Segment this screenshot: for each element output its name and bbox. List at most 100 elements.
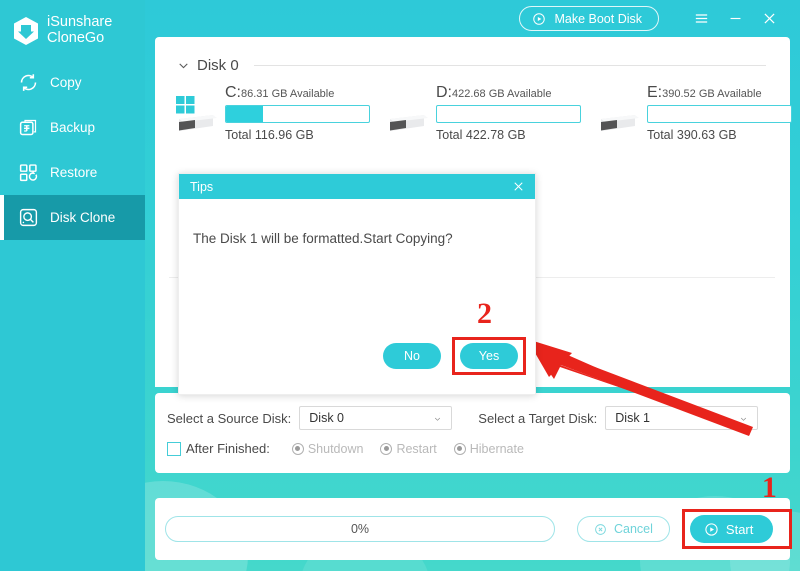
- volume-title: D:422.68 GB Available: [436, 84, 581, 102]
- sidebar-item-copy[interactable]: Copy: [0, 60, 145, 105]
- refresh-icon: [20, 74, 37, 91]
- volume-row: C:86.31 GB Available Total 116.96 GB D:4…: [155, 74, 792, 142]
- target-disk-select[interactable]: Disk 1: [605, 406, 759, 430]
- plus-box-icon: [19, 119, 37, 136]
- play-circle-icon: [533, 12, 546, 25]
- header-rule: [253, 65, 766, 66]
- volume-letter: D:: [436, 84, 452, 101]
- step-2-callout: 2: [477, 297, 492, 330]
- cancel-button[interactable]: Cancel: [577, 516, 670, 542]
- minimize-icon: [730, 17, 740, 20]
- dialog-message: The Disk 1 will be formatted.Start Copyi…: [193, 231, 453, 246]
- volume-title: E:390.52 GB Available: [647, 84, 792, 102]
- radio-label: Hibernate: [469, 441, 524, 456]
- radio-label: Shutdown: [307, 441, 364, 456]
- dialog-titlebar: Tips: [179, 174, 535, 199]
- dialog-title: Tips: [190, 179, 214, 194]
- radio-restart[interactable]: Restart: [380, 441, 437, 456]
- volume-item[interactable]: D:422.68 GB Available Total 422.78 GB: [384, 82, 581, 142]
- start-button-wrapper: Start 1: [681, 471, 792, 549]
- dialog-yes-button[interactable]: Yes: [460, 343, 518, 369]
- actions-row: 0% Cancel Start 1: [155, 471, 792, 549]
- progress-bar: 0%: [165, 516, 555, 542]
- volume-available: 390.52 GB Available: [662, 88, 762, 100]
- volume-total: Total 422.78 GB: [436, 128, 526, 142]
- start-button[interactable]: Start: [689, 515, 774, 543]
- sidebar-item-label: Copy: [50, 75, 82, 90]
- volume-title: C:86.31 GB Available: [225, 84, 370, 102]
- step-1-callout: 1: [761, 471, 777, 504]
- target-disk-label: Select a Target Disk:: [478, 410, 598, 426]
- volume-info: C:86.31 GB Available Total 116.96 GB: [225, 82, 370, 142]
- volume-available: 422.68 GB Available: [452, 88, 552, 100]
- volume-usage-bar: [647, 105, 792, 123]
- radio-dot-icon: [453, 442, 466, 455]
- volume-letter: E:: [647, 84, 663, 101]
- sidebar-item-label: Backup: [50, 120, 96, 135]
- chevron-down-icon: [741, 417, 747, 421]
- sidebar-item-label: Disk Clone: [50, 210, 116, 225]
- source-disk-value: Disk 0: [309, 411, 345, 425]
- close-button[interactable]: [752, 4, 786, 34]
- play-circle-icon: [705, 522, 718, 536]
- yes-button-wrapper: Yes 2: [452, 297, 526, 375]
- application-window: iSunshare CloneGo Copy Backup Restore Di…: [0, 0, 800, 571]
- sidebar-item-restore[interactable]: Restore: [0, 150, 145, 195]
- dialog-buttons: No Yes 2: [383, 297, 526, 375]
- disk-selection-panel: Select a Source Disk: Disk 0 Select a Ta…: [155, 393, 790, 473]
- app-logo: iSunshare CloneGo: [0, 0, 145, 52]
- volume-total: Total 116.96 GB: [225, 128, 314, 142]
- volume-usage-bar: [436, 105, 581, 123]
- volume-available: 86.31 GB Available: [241, 88, 335, 100]
- minimize-button[interactable]: [718, 4, 752, 34]
- brand-line-2: CloneGo: [47, 30, 105, 46]
- sidebar: iSunshare CloneGo Copy Backup Restore Di…: [0, 0, 145, 571]
- source-disk-label: Select a Source Disk:: [167, 410, 292, 426]
- isunshare-logo-icon: [14, 17, 38, 45]
- sidebar-item-disk-clone[interactable]: Disk Clone: [0, 195, 145, 240]
- source-disk-select[interactable]: Disk 0: [299, 406, 453, 430]
- radio-label: Restart: [396, 441, 437, 456]
- start-label: Start: [725, 521, 754, 537]
- volume-item[interactable]: E:390.52 GB Available Total 390.63 GB: [595, 82, 792, 142]
- app-name: iSunshare CloneGo: [47, 15, 112, 46]
- close-icon: [514, 182, 523, 191]
- radio-dot-icon: [291, 442, 304, 455]
- target-disk-value: Disk 1: [615, 411, 650, 425]
- brand-line-1: iSunshare: [47, 14, 113, 31]
- dialog-no-button[interactable]: No: [383, 343, 441, 369]
- volume-usage-bar: [225, 105, 370, 123]
- make-boot-disk-button[interactable]: Make Boot Disk: [519, 6, 659, 31]
- menu-button[interactable]: [684, 4, 718, 34]
- drive-icon: [390, 115, 428, 131]
- disk-selectors: Select a Source Disk: Disk 0 Select a Ta…: [155, 393, 790, 430]
- volume-item[interactable]: C:86.31 GB Available Total 116.96 GB: [173, 82, 370, 142]
- volume-info: E:390.52 GB Available Total 390.63 GB: [647, 82, 792, 142]
- dialog-close-button[interactable]: [511, 179, 526, 194]
- tips-dialog: Tips The Disk 1 will be formatted.Start …: [178, 173, 536, 395]
- radio-hibernate[interactable]: Hibernate: [453, 441, 524, 456]
- volume-letter: C:: [225, 84, 241, 101]
- window-titlebar: Make Boot Disk: [145, 0, 800, 37]
- disk-group-header[interactable]: Disk 0: [155, 37, 790, 74]
- volume-total: Total 390.63 GB: [647, 128, 737, 142]
- chevron-down-icon: [179, 63, 188, 69]
- volume-info: D:422.68 GB Available Total 422.78 GB: [436, 82, 581, 142]
- sidebar-item-label: Restore: [50, 165, 98, 180]
- radio-shutdown[interactable]: Shutdown: [291, 441, 364, 456]
- after-finished-row: After Finished: Shutdown Restart Hiberna…: [155, 430, 790, 456]
- restore-icon: [19, 164, 38, 182]
- windows-drive-icon: [176, 96, 217, 131]
- radio-dot-icon: [380, 442, 393, 455]
- cancel-label: Cancel: [614, 522, 653, 536]
- volume-usage-fill: [226, 106, 264, 122]
- chevron-down-icon: [435, 417, 441, 421]
- close-icon: [763, 13, 775, 24]
- disk-group-label: Disk 0: [197, 57, 239, 74]
- sidebar-item-backup[interactable]: Backup: [0, 105, 145, 150]
- after-finished-options: Shutdown Restart Hibernate: [291, 441, 524, 456]
- after-finished-label: After Finished:: [186, 441, 270, 456]
- drive-icon: [601, 115, 639, 131]
- after-finished-checkbox[interactable]: [167, 441, 181, 456]
- disk-clone-icon: [19, 208, 38, 227]
